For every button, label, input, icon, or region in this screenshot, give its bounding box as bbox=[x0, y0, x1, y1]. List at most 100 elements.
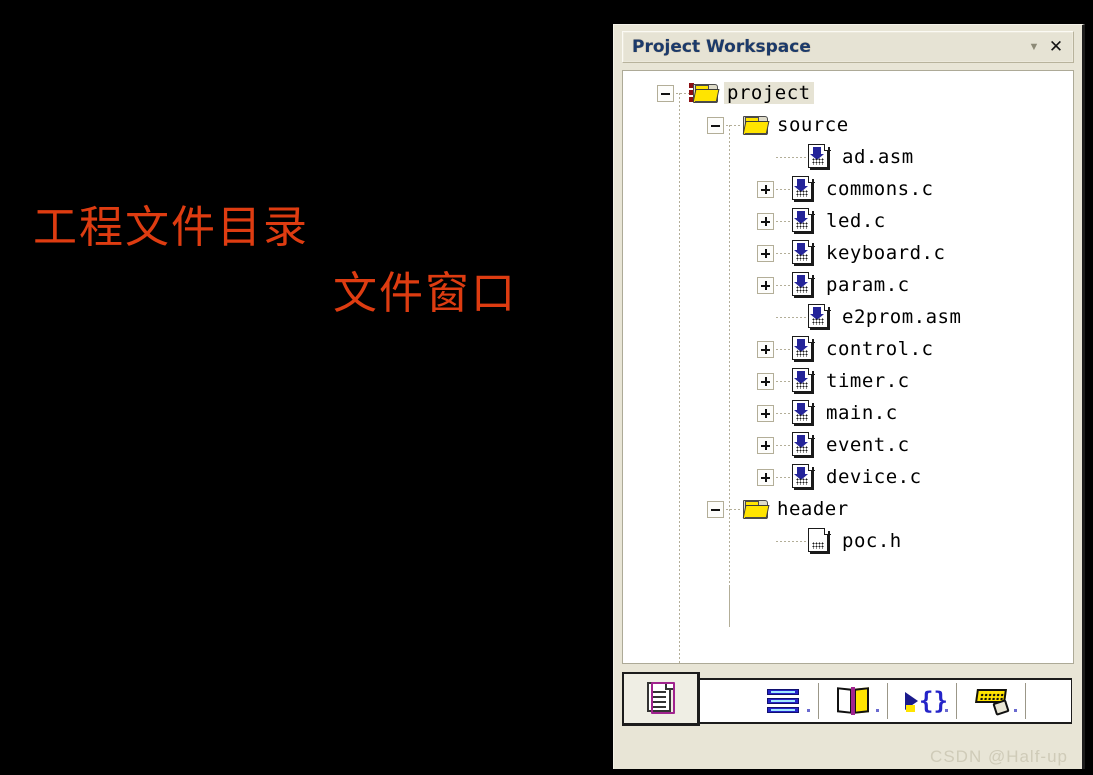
watermark: CSDN @Half-up bbox=[930, 747, 1068, 766]
tree-connector bbox=[776, 348, 790, 350]
tree-connector bbox=[776, 156, 806, 158]
annotation-file-window: 文件窗口 bbox=[333, 268, 517, 319]
tree-row-file[interactable]: commons.c bbox=[623, 173, 1073, 205]
expander-header[interactable] bbox=[707, 500, 724, 518]
expander-file[interactable] bbox=[757, 244, 774, 262]
tree-connector bbox=[726, 124, 740, 126]
tree-row-file[interactable]: main.c bbox=[623, 397, 1073, 429]
tab-separator bbox=[1025, 683, 1026, 719]
source-file-icon bbox=[792, 432, 815, 458]
expander-file[interactable] bbox=[757, 468, 774, 486]
slide-text-area: 工程文件目录 文件窗口 bbox=[0, 0, 610, 775]
tree-label-source: source bbox=[777, 114, 849, 136]
tree-row-file[interactable]: timer.c bbox=[623, 365, 1073, 397]
expander-file[interactable] bbox=[757, 404, 774, 422]
tree-connector bbox=[776, 380, 790, 382]
source-file-icon bbox=[792, 208, 815, 234]
expander-file[interactable] bbox=[757, 276, 774, 294]
tree-row-file[interactable]: keyboard.c bbox=[623, 237, 1073, 269]
keyboard-icon bbox=[974, 688, 1010, 716]
tree-connector bbox=[676, 92, 690, 94]
workspace-tab-bar: {} bbox=[622, 672, 1074, 728]
tab-dot bbox=[807, 709, 810, 712]
source-file-icon bbox=[792, 368, 815, 394]
tab-registers[interactable] bbox=[750, 680, 818, 722]
tree-row-file[interactable]: e2prom.asm bbox=[623, 301, 1073, 333]
tree-connector bbox=[776, 284, 790, 286]
source-file-icon bbox=[792, 176, 815, 202]
tree-row-file[interactable]: ad.asm bbox=[623, 141, 1073, 173]
tree-label-file: timer.c bbox=[826, 370, 910, 392]
source-file-icon bbox=[808, 304, 831, 330]
expander-file[interactable] bbox=[757, 436, 774, 454]
tree-row-file[interactable]: led.c bbox=[623, 205, 1073, 237]
tree-connector bbox=[776, 412, 790, 414]
slide-bottom-edge bbox=[0, 769, 1093, 775]
tree-label-file: led.c bbox=[826, 210, 886, 232]
tree-label-file: event.c bbox=[826, 434, 910, 456]
source-file-icon bbox=[792, 272, 815, 298]
project-tree[interactable]: project source ad.asm commons.c led.c ke… bbox=[622, 70, 1074, 664]
book-icon bbox=[837, 687, 869, 715]
tab-books[interactable] bbox=[819, 680, 887, 722]
tree-row-file[interactable]: poc.h bbox=[623, 525, 1073, 557]
tree-root-container: project source ad.asm commons.c led.c ke… bbox=[623, 71, 1073, 663]
tree-label-file: poc.h bbox=[842, 530, 902, 552]
expander-file[interactable] bbox=[757, 180, 774, 198]
tab-dot bbox=[1014, 709, 1017, 712]
tree-label-file: control.c bbox=[826, 338, 934, 360]
tree-label-file: main.c bbox=[826, 402, 898, 424]
panel-close-button[interactable]: ✕ bbox=[1045, 36, 1067, 58]
tree-label-file: e2prom.asm bbox=[842, 306, 962, 328]
tree-connector bbox=[776, 316, 806, 318]
tab-functions[interactable]: {} bbox=[888, 680, 956, 722]
panel-title: Project Workspace bbox=[632, 37, 811, 57]
tree-connector bbox=[776, 476, 790, 478]
project-workspace-panel: Project Workspace ▼ ✕ project source ad.… bbox=[613, 24, 1085, 775]
source-file-icon bbox=[792, 464, 815, 490]
tab-files[interactable] bbox=[622, 672, 700, 726]
header-file-icon bbox=[808, 528, 831, 554]
folder-icon bbox=[742, 115, 770, 135]
tree-row-file[interactable]: device.c bbox=[623, 461, 1073, 493]
annotation-project-file-directory: 工程文件目录 bbox=[33, 202, 309, 253]
tab-dot bbox=[945, 709, 948, 712]
tree-row-header[interactable]: header bbox=[623, 493, 1073, 525]
folder-project-icon bbox=[689, 83, 720, 103]
tree-label-file: device.c bbox=[826, 466, 922, 488]
expander-file[interactable] bbox=[757, 212, 774, 230]
expander-file[interactable] bbox=[757, 372, 774, 390]
tree-connector bbox=[776, 188, 790, 190]
source-file-icon bbox=[792, 400, 815, 426]
braces-icon: {} bbox=[905, 688, 948, 714]
panel-menu-button[interactable]: ▼ bbox=[1023, 36, 1045, 58]
tree-connector bbox=[776, 220, 790, 222]
expander-placeholder bbox=[757, 149, 774, 166]
tree-row-source[interactable]: source bbox=[623, 109, 1073, 141]
tree-label-file: param.c bbox=[826, 274, 910, 296]
tab-templates[interactable] bbox=[957, 680, 1025, 722]
chevron-down-icon: ▼ bbox=[1028, 40, 1040, 53]
expander-source[interactable] bbox=[707, 116, 724, 134]
source-file-icon bbox=[808, 144, 831, 170]
tree-row-file[interactable]: control.c bbox=[623, 333, 1073, 365]
tree-row-file[interactable]: param.c bbox=[623, 269, 1073, 301]
tree-label-file: ad.asm bbox=[842, 146, 914, 168]
expander-project[interactable] bbox=[657, 84, 674, 102]
tree-label-file: keyboard.c bbox=[826, 242, 946, 264]
tab-dot bbox=[876, 709, 879, 712]
tree-label-project: project bbox=[724, 82, 814, 104]
registers-icon bbox=[767, 688, 801, 714]
expander-placeholder bbox=[757, 309, 774, 326]
tree-connector bbox=[776, 540, 806, 542]
expander-placeholder bbox=[757, 533, 774, 550]
expander-file[interactable] bbox=[757, 340, 774, 358]
tree-connector bbox=[726, 508, 740, 510]
tree-row-file[interactable]: event.c bbox=[623, 429, 1073, 461]
document-icon bbox=[646, 681, 675, 716]
tree-label-file: commons.c bbox=[826, 178, 934, 200]
tree-connector bbox=[776, 444, 790, 446]
tree-guide-header bbox=[729, 587, 730, 627]
tree-row-project[interactable]: project bbox=[623, 77, 1073, 109]
folder-icon bbox=[742, 499, 770, 519]
